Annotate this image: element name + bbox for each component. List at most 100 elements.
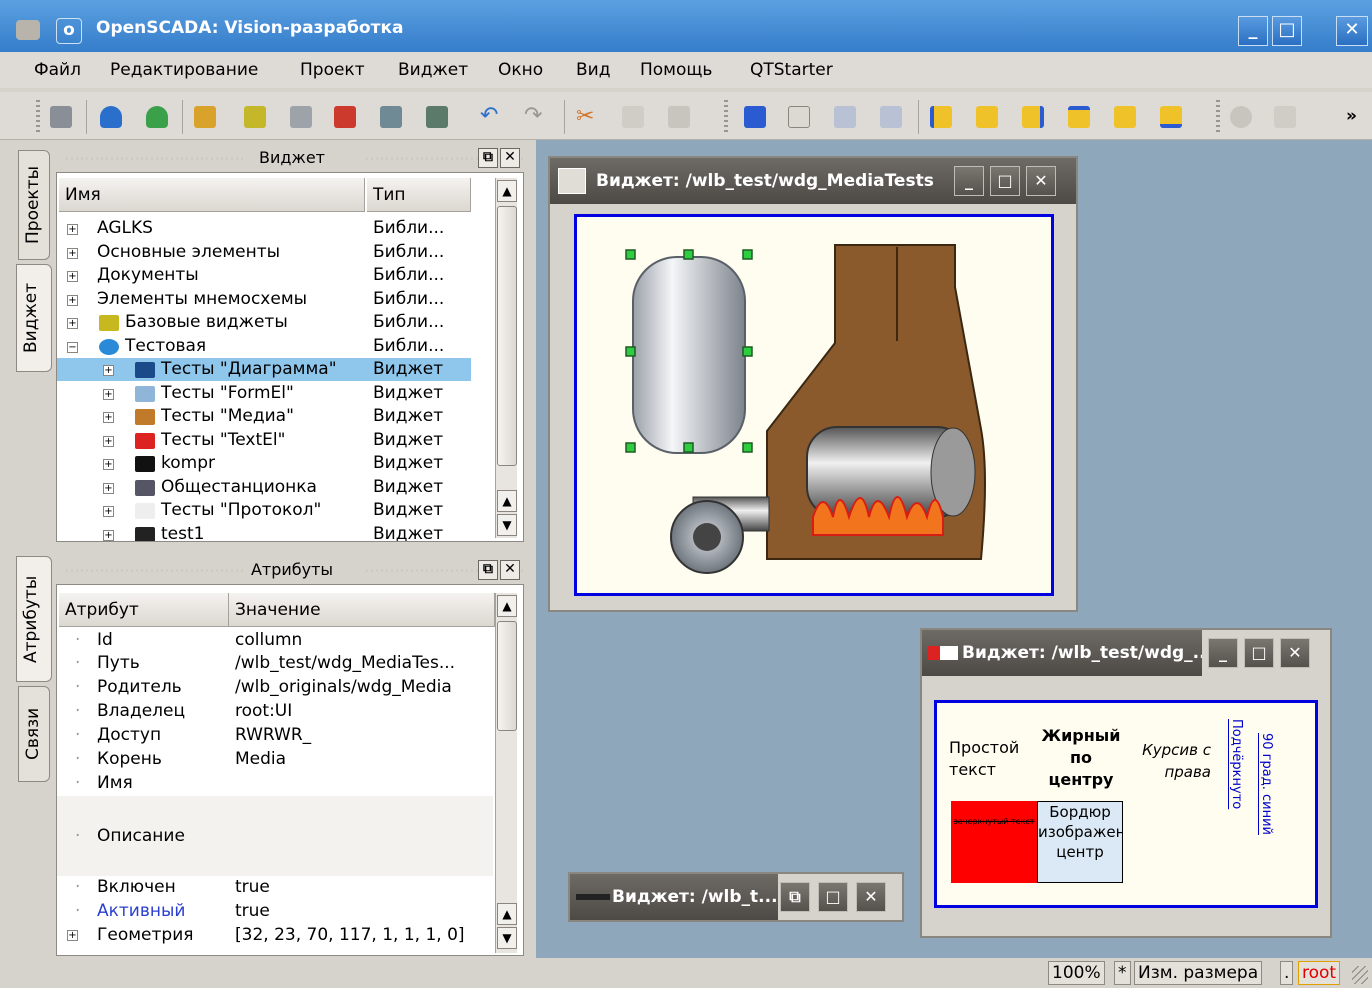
align-left-icon[interactable] [930,106,952,128]
close-button[interactable]: ✕ [1336,16,1368,46]
tree-row[interactable]: + AGLKS Библи... [57,217,471,240]
align-hcenter-icon[interactable] [976,106,998,128]
subwindow-text-title[interactable]: Виджет: /wlb_test/wdg_... [922,630,1202,676]
expand-icon[interactable]: + [67,247,78,259]
tab-attributes[interactable]: Атрибуты [16,556,52,682]
user-indicator[interactable]: root [1298,961,1341,985]
scroll-up-icon[interactable]: ▲ [497,490,517,512]
undo-icon[interactable]: ↶ [480,105,502,128]
level-down-icon[interactable] [788,106,810,128]
load-icon[interactable] [100,106,122,128]
expand-icon[interactable]: + [67,930,78,941]
level-up-icon[interactable] [744,106,766,128]
subwindow-text[interactable]: Виджет: /wlb_test/wdg_... _ □ ✕ Простой … [920,628,1332,938]
new-project-icon[interactable] [194,106,216,128]
scroll-thumb[interactable] [497,621,517,731]
attr-row[interactable]: · Путь/wlb_test/wdg_MediaTes... [57,652,493,675]
copy-icon[interactable] [622,106,644,128]
menu-window[interactable]: Окно [498,60,543,80]
toolbar-more-icon[interactable]: » [1346,106,1368,128]
tree-row[interactable]: + Базовые виджеты Библи... [57,311,471,334]
tree-row[interactable]: + Тесты "FormEl" Виджет [57,382,471,405]
subwin-maximize-button[interactable]: □ [990,166,1020,196]
tree-row[interactable]: − Тестовая Библи... [57,335,471,358]
attr-row[interactable]: · Id collumn [57,629,493,652]
expand-icon[interactable]: + [67,294,78,306]
tree-row[interactable]: + Тесты "Медиа" Виджет [57,405,471,428]
expand-icon[interactable]: + [103,365,114,376]
subwin-close-button[interactable]: ✕ [1026,166,1056,196]
raise-icon[interactable] [834,106,856,128]
widget-tree[interactable]: Имя Тип + AGLKS Библи... + Основные элементы… [56,172,524,542]
dock-close-button[interactable]: ✕ [500,148,520,168]
edit-icon[interactable] [426,106,448,128]
db-save-icon[interactable] [50,106,72,128]
new-library-icon[interactable] [244,106,266,128]
toolbar-grip[interactable] [36,100,40,134]
subwindow-media[interactable]: Виджет: /wlb_test/wdg_MediaTests _ □ ✕ [548,156,1078,612]
tree-row[interactable]: + Тесты "TextEl" Виджет [57,429,471,452]
menu-edit[interactable]: Редактирование [110,60,258,80]
col-name-header[interactable]: Имя [59,178,365,212]
scroll-down-icon[interactable]: ▼ [497,927,517,949]
attr-row[interactable]: · Имя [57,772,493,795]
scroll-up-icon[interactable]: ▲ [497,180,517,202]
cut-icon[interactable]: ✂ [576,106,598,128]
scroll-up-icon[interactable]: ▲ [497,595,517,617]
preview-icon[interactable] [1274,106,1296,128]
attr-value[interactable]: [32, 23, 70, 117, 1, 1, 1, 0] [235,924,491,947]
attr-row[interactable]: · Корень Media [57,748,493,771]
expand-icon[interactable]: + [67,318,78,329]
subwin-minimize-button[interactable]: _ [1208,638,1238,668]
expand-icon[interactable]: + [103,388,114,400]
attr-row[interactable]: · Родитель/wlb_originals/wdg_Media [57,676,493,699]
dock-float-button[interactable]: ⧉ [478,560,498,580]
widget-tree-scrollbar[interactable]: ▲ ▲ ▼ [495,178,517,538]
expand-icon[interactable]: − [67,341,78,353]
tree-row[interactable]: + Общестанционка Виджет [57,476,471,499]
attr-row[interactable]: + Геометрия [32, 23, 70, 117, 1, 1, 1, 0] [57,924,493,947]
attr-value[interactable]: RWRWR_ [235,724,491,747]
attr-row[interactable]: · Описание [57,796,493,876]
attr-scrollbar[interactable]: ▲ ▲ ▼ [495,593,517,953]
expand-icon[interactable]: + [67,271,78,282]
subwin-close-button[interactable]: ✕ [856,882,886,912]
expand-icon[interactable]: + [67,224,78,235]
col-value-header[interactable]: Значение [229,593,495,627]
expand-icon[interactable]: + [103,435,114,447]
dock-close-button[interactable]: ✕ [500,560,520,580]
redo-icon[interactable]: ↷ [524,105,546,128]
attr-value[interactable]: root:UI [235,700,491,723]
maximize-button[interactable]: □ [1272,16,1302,46]
edit-mode-indicator[interactable]: Изм. размера [1134,961,1263,985]
dock-float-button[interactable]: ⧉ [478,148,498,168]
media-canvas[interactable] [574,214,1054,596]
add-widget-icon[interactable] [290,106,312,128]
text-canvas[interactable]: Простой текст Жирный по центру Курсив с … [934,700,1318,908]
menu-project[interactable]: Проект [300,60,365,80]
properties-icon[interactable] [380,106,402,128]
menu-qtstarter[interactable]: QTStarter [750,60,833,80]
align-bottom-icon[interactable] [1160,106,1182,128]
tree-row[interactable]: + test1 Виджет [57,523,471,541]
paste-icon[interactable] [668,106,690,128]
attr-value[interactable]: collumn [235,629,491,652]
attr-row[interactable]: · Активный true [57,900,493,923]
tree-row[interactable]: + Документы Библи... [57,264,471,287]
lower-icon[interactable] [880,106,902,128]
subwin-restore-button[interactable]: ⧉ [780,882,810,912]
attr-value[interactable]: true [235,876,491,899]
subwin-maximize-button[interactable]: □ [1244,638,1274,668]
tab-widget[interactable]: Виджет [16,264,52,372]
col-type-header[interactable]: Тип [367,178,471,212]
run-icon[interactable] [1230,106,1252,128]
attr-value[interactable]: Media [235,748,491,771]
save-icon[interactable] [146,106,168,128]
expand-icon[interactable]: + [103,482,114,494]
align-vcenter-icon[interactable] [1114,106,1136,128]
tab-projects[interactable]: Проекты [18,150,50,260]
expand-icon[interactable]: + [103,412,114,423]
attr-row[interactable]: · Доступ RWRWR_ [57,724,493,747]
scroll-down-icon[interactable]: ▼ [497,514,517,536]
subwin-maximize-button[interactable]: □ [818,882,848,912]
